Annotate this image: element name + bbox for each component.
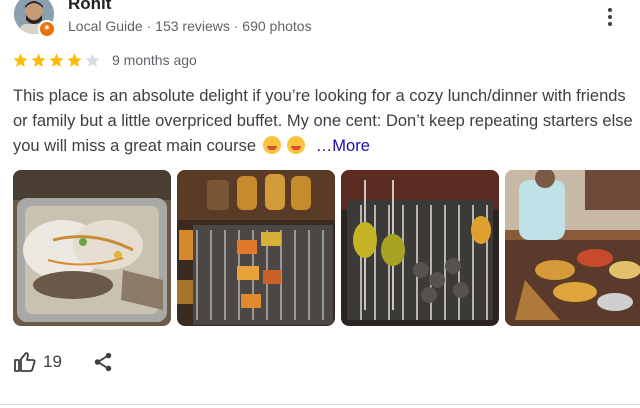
photo-strip <box>13 170 640 326</box>
more-ellipsis: … <box>315 137 333 155</box>
star-icon <box>31 52 46 67</box>
photo-barbecue-grill-image <box>341 170 499 326</box>
smiling-face-emoji-icon <box>262 136 281 154</box>
photo-food-counter[interactable] <box>505 170 640 326</box>
star-icon <box>13 52 28 67</box>
photo-dessert[interactable] <box>13 170 171 326</box>
review-time: 9 months ago <box>112 52 197 68</box>
rating-row: 9 months ago <box>12 50 197 70</box>
share-icon[interactable] <box>92 351 114 373</box>
more-link[interactable]: …More <box>316 137 370 155</box>
reviewer-meta: Local Guide · 153 reviews · 690 photos <box>68 18 312 34</box>
photo-barbecue-grill[interactable] <box>341 170 499 326</box>
photo-grill-skewers-image <box>177 170 335 326</box>
photo-dessert-image <box>13 170 171 326</box>
thumb-up-icon[interactable] <box>13 350 37 374</box>
review-header: ✶ Rohit Local Guide · 153 reviews · 690 … <box>0 0 640 44</box>
more-vert-icon[interactable] <box>598 6 622 30</box>
local-guide-badge-icon: ✶ <box>38 20 56 38</box>
divider <box>0 404 640 405</box>
star-icon <box>49 52 64 67</box>
review-text-block: This place is an absolute delight if you… <box>13 84 633 159</box>
star-rating <box>12 52 102 69</box>
photo-grill-skewers[interactable] <box>177 170 335 326</box>
review-actions: 19 <box>13 348 114 376</box>
star-icon <box>85 52 100 67</box>
photo-food-counter-image <box>505 170 640 326</box>
more-label: More <box>332 137 370 155</box>
reviewer-name[interactable]: Rohit <box>68 0 111 14</box>
star-icon <box>67 52 82 67</box>
like-count: 19 <box>43 352 62 371</box>
grinning-face-emoji-icon <box>287 136 306 154</box>
